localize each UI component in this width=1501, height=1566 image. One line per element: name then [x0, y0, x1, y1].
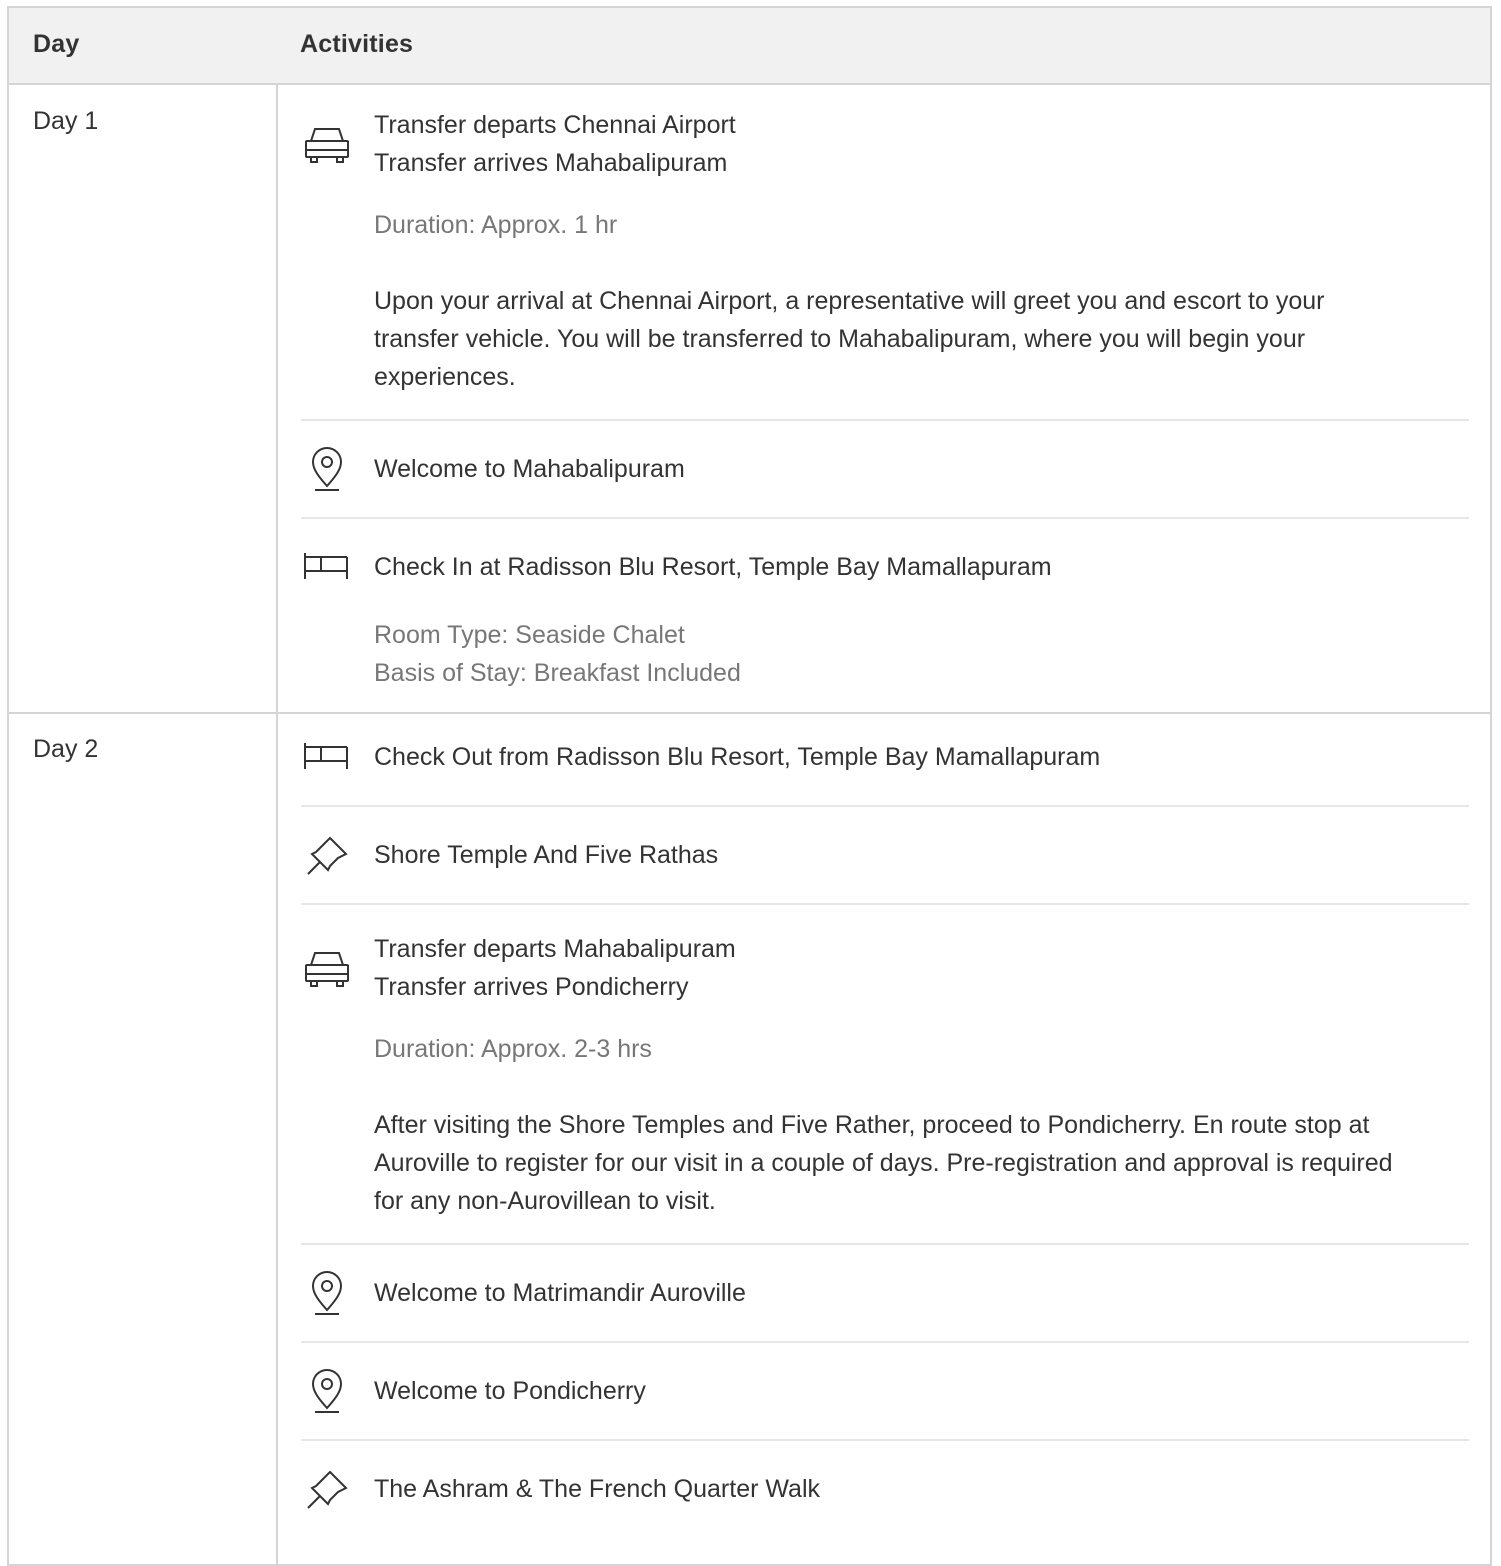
row-divider: [301, 805, 1469, 807]
day-label: Day 1: [33, 107, 99, 135]
transfer-duration: Duration: Approx. 2-3 hrs: [374, 1035, 652, 1063]
transfer-departs: Transfer departs Chennai Airport: [374, 111, 736, 139]
row-divider: [301, 903, 1469, 905]
activity-title: Welcome to Matrimandir Auroville: [374, 1279, 746, 1307]
day-divider: [9, 712, 1490, 714]
location-pin-icon: [302, 447, 352, 492]
activity-title: Shore Temple And Five Rathas: [374, 841, 719, 869]
activity-title: The Ashram & The French Quarter Walk: [374, 1475, 820, 1503]
table-header: Day Activities: [9, 8, 1490, 85]
bed-icon: [302, 735, 352, 779]
row-divider: [301, 1439, 1469, 1441]
pushpin-icon: [302, 834, 352, 878]
basis-of-stay: Basis of Stay: Breakfast Included: [374, 659, 741, 687]
header-day: Day: [33, 30, 80, 58]
transfer-description: Upon your arrival at Chennai Airport, a …: [374, 287, 1325, 391]
activity-title: Welcome to Pondicherry: [374, 1377, 646, 1405]
activity-title: Welcome to Mahabalipuram: [374, 455, 685, 483]
transfer-arrives: Transfer arrives Mahabalipuram: [374, 149, 728, 177]
bed-icon: [302, 545, 352, 589]
header-activities: Activities: [300, 30, 414, 58]
transfer-description: After visiting the Shore Temples and Fiv…: [374, 1111, 1393, 1215]
room-type: Room Type: Seaside Chalet: [374, 621, 685, 649]
row-divider: [301, 517, 1469, 519]
activity-title: Check Out from Radisson Blu Resort, Temp…: [374, 743, 1101, 771]
car-icon: [302, 947, 352, 991]
row-divider: [301, 1243, 1469, 1245]
location-pin-icon: [302, 1271, 352, 1316]
row-divider: [301, 1341, 1469, 1343]
column-divider: [276, 8, 278, 1564]
transfer-duration: Duration: Approx. 1 hr: [374, 211, 618, 239]
car-icon: [302, 123, 352, 167]
pushpin-icon: [302, 1468, 352, 1512]
location-pin-icon: [302, 1369, 352, 1414]
row-divider: [301, 419, 1469, 421]
transfer-departs: Transfer departs Mahabalipuram: [374, 935, 736, 963]
activity-title: Check In at Radisson Blu Resort, Temple …: [374, 553, 1052, 581]
itinerary-table: Day Activities Day 1 Transfer departs Ch…: [7, 6, 1492, 1566]
day-label: Day 2: [33, 735, 99, 763]
transfer-arrives: Transfer arrives Pondicherry: [374, 973, 689, 1001]
